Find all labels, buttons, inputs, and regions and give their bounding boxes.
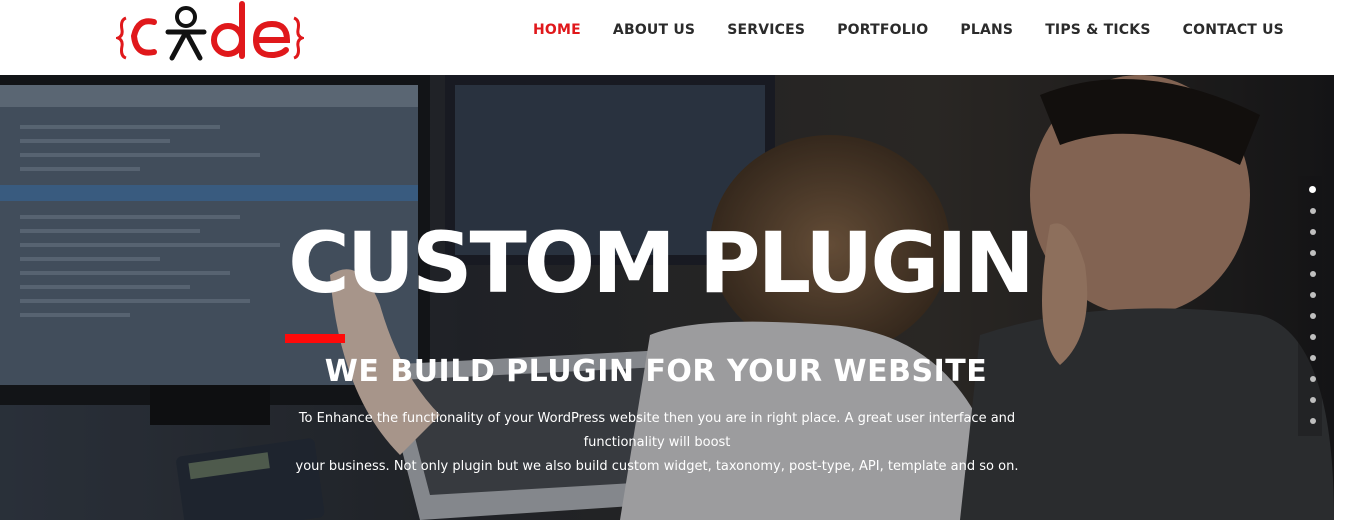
hero-description: To Enhance the functionality of your Wor… — [260, 407, 1054, 479]
nav-item-portfolio[interactable]: PORTFOLIO — [837, 22, 928, 38]
slider-dot-5[interactable] — [1310, 271, 1316, 277]
slider-dot-8[interactable] — [1310, 334, 1316, 340]
slider-dot-9[interactable] — [1310, 355, 1316, 361]
nav-item-tips-ticks[interactable]: TIPS & TICKS — [1045, 22, 1150, 38]
slider-dot-2[interactable] — [1310, 208, 1316, 214]
hero-description-line-1: To Enhance the functionality of your Wor… — [298, 411, 1016, 450]
slider-dot-3[interactable] — [1310, 229, 1316, 235]
site-header: HOME ABOUT US SERVICES PORTFOLIO PLANS T… — [0, 0, 1366, 75]
nav-item-about-us[interactable]: ABOUT US — [613, 22, 695, 38]
slider-dot-10[interactable] — [1310, 376, 1316, 382]
slider-dot-6[interactable] — [1310, 292, 1316, 298]
hero-title: CUSTOM PLUGIN — [288, 214, 1035, 312]
nav-item-plans[interactable]: PLANS — [960, 22, 1013, 38]
slider-dot-1[interactable] — [1309, 186, 1316, 193]
slider-dot-7[interactable] — [1310, 313, 1316, 319]
nav-item-services[interactable]: SERVICES — [727, 22, 805, 38]
nav-item-home[interactable]: HOME — [533, 22, 581, 38]
slider-dot-12[interactable] — [1310, 418, 1316, 424]
hero-subtitle: WE BUILD PLUGIN FOR YOUR WEBSITE — [324, 354, 988, 389]
hero-description-line-2: your business. Not only plugin but we al… — [295, 459, 1019, 474]
code-logo-icon[interactable] — [116, 0, 304, 66]
right-edge-strip — [1334, 75, 1366, 520]
slider-dot-11[interactable] — [1310, 397, 1316, 403]
nav-item-contact-us[interactable]: CONTACT US — [1183, 22, 1284, 38]
hero-slider: CUSTOM PLUGIN WE BUILD PLUGIN FOR YOUR W… — [0, 75, 1334, 520]
main-navigation: HOME ABOUT US SERVICES PORTFOLIO PLANS T… — [533, 20, 1284, 40]
slider-dot-4[interactable] — [1310, 250, 1316, 256]
title-accent-bar — [285, 334, 345, 343]
